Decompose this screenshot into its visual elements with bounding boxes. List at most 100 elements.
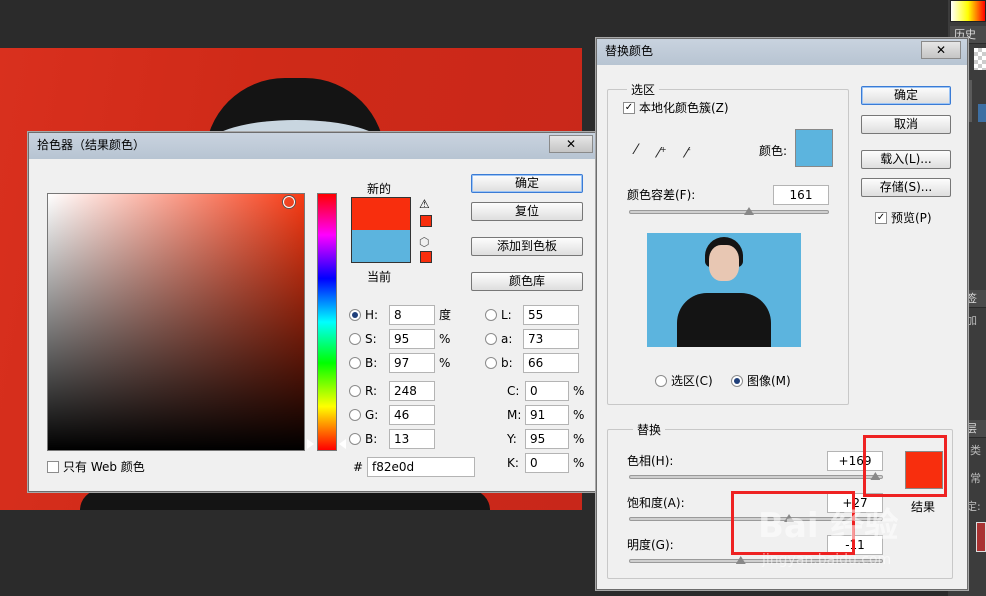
hex-label: # [353, 460, 364, 474]
new-color-label: 新的 [367, 182, 392, 196]
label-b: B: [365, 356, 378, 370]
localized-clusters-checkbox[interactable]: ✓ [623, 102, 635, 114]
layer-thumb[interactable] [976, 522, 986, 552]
input-h[interactable]: 8 [389, 305, 435, 325]
transparency-thumb [974, 48, 986, 70]
input-b[interactable]: 97 [389, 353, 435, 373]
color-preview [351, 197, 411, 263]
radio-a[interactable] [485, 333, 497, 345]
save-button[interactable]: 存储(S)... [861, 178, 951, 197]
preview-label: 预览(P) [891, 211, 932, 225]
input-k[interactable]: 0 [525, 453, 569, 473]
annotation-box-result [863, 435, 947, 497]
watermark-url: jingyan.baidu.com [762, 552, 892, 568]
label-lab-b: b: [501, 356, 513, 370]
close-icon: ✕ [565, 137, 577, 151]
close-icon: ✕ [935, 43, 947, 57]
load-button[interactable]: 载入(L)... [861, 150, 951, 169]
unit-h: 度 [439, 308, 452, 322]
current-color-swatch[interactable] [352, 230, 410, 262]
gamut-warning-swatch[interactable] [420, 215, 432, 227]
add-to-swatches-button[interactable]: 添加到色板 [471, 237, 583, 256]
hue-slider-arrow-right[interactable] [339, 439, 346, 449]
radio-lab-b[interactable] [485, 357, 497, 369]
reset-button[interactable]: 复位 [471, 202, 583, 221]
input-blue[interactable]: 13 [389, 429, 435, 449]
web-cube-icon[interactable]: ⬡ [419, 235, 429, 249]
hue-slider[interactable] [317, 193, 337, 451]
radio-h[interactable] [349, 309, 361, 321]
selected-color-swatch[interactable] [795, 129, 833, 167]
input-lab-b[interactable]: 66 [523, 353, 579, 373]
panel-label-kind: 类 [970, 444, 981, 457]
input-g[interactable]: 46 [389, 405, 435, 425]
input-l[interactable]: 55 [523, 305, 579, 325]
panel-label-add: 加 [966, 314, 977, 327]
replace-group-title: 替换 [633, 421, 666, 438]
hex-input[interactable]: f82e0d [367, 457, 475, 477]
preview-body [677, 293, 771, 347]
ok-button[interactable]: 确定 [861, 86, 951, 105]
radio-b[interactable] [349, 357, 361, 369]
hue-slider[interactable] [629, 475, 883, 479]
fuzziness-input[interactable]: 161 [773, 185, 829, 205]
gradient-swatch[interactable] [950, 0, 986, 22]
close-button[interactable]: ✕ [549, 135, 593, 153]
input-c[interactable]: 0 [525, 381, 569, 401]
color-picker-titlebar[interactable]: 拾色器（结果颜色） ✕ [29, 133, 599, 159]
photo-subject-shoulders [80, 490, 490, 510]
radio-blue[interactable] [349, 433, 361, 445]
localized-clusters-label: 本地化颜色簇(Z) [639, 101, 729, 115]
replace-color-titlebar[interactable]: 替换颜色 ✕ [597, 39, 967, 65]
preview-checkbox[interactable]: ✓ [875, 212, 887, 224]
label-m: M: [507, 408, 522, 422]
unit-b: % [439, 356, 451, 370]
label-g: G: [365, 408, 379, 422]
cancel-button[interactable]: 取消 [861, 115, 951, 134]
eyedropper-icon[interactable]: ⁄ [627, 141, 645, 159]
web-safe-swatch[interactable] [420, 251, 432, 263]
input-r[interactable]: 248 [389, 381, 435, 401]
eyedropper-minus-icon[interactable]: ⁄- [679, 141, 697, 162]
radio-l[interactable] [485, 309, 497, 321]
unit-s: % [439, 332, 451, 346]
fuzziness-slider[interactable] [629, 210, 829, 214]
color-field-marker[interactable] [283, 196, 295, 208]
lightness-label: 明度(G): [627, 538, 674, 552]
warning-icon[interactable]: ⚠ [419, 197, 430, 211]
color-libraries-button[interactable]: 颜色库 [471, 272, 583, 291]
label-a: a: [501, 332, 513, 346]
watermark-logo: Bai 经验 [758, 506, 899, 546]
input-y[interactable]: 95 [525, 429, 569, 449]
ok-button[interactable]: 确定 [471, 174, 583, 193]
unit-c: % [573, 384, 585, 398]
hue-label: 色相(H): [627, 454, 674, 468]
current-color-label: 当前 [367, 270, 392, 284]
fuzziness-label: 颜色容差(F): [627, 188, 696, 202]
label-c: C: [507, 384, 520, 398]
label-blue: B: [365, 432, 378, 446]
panel-label-normal: 常 [970, 472, 981, 485]
hue-slider-arrow-left[interactable] [307, 439, 314, 449]
eyedropper-plus-icon[interactable]: ⁄+ [653, 141, 671, 162]
radio-g[interactable] [349, 409, 361, 421]
radio-selection[interactable] [655, 375, 667, 387]
close-button[interactable]: ✕ [921, 41, 961, 59]
label-k: K: [507, 456, 519, 470]
radio-image[interactable] [731, 375, 743, 387]
input-a[interactable]: 73 [523, 329, 579, 349]
radio-s[interactable] [349, 333, 361, 345]
result-label: 结果 [911, 500, 936, 514]
history-selected[interactable] [978, 104, 986, 122]
radio-r[interactable] [349, 385, 361, 397]
input-m[interactable]: 91 [525, 405, 569, 425]
web-only-checkbox[interactable] [47, 461, 59, 473]
radio-image-label: 图像(M) [747, 374, 791, 388]
label-r: R: [365, 384, 378, 398]
input-s[interactable]: 95 [389, 329, 435, 349]
saturation-label: 饱和度(A): [627, 496, 685, 510]
color-field[interactable] [47, 193, 305, 451]
replace-color-title: 替换颜色 [605, 44, 654, 58]
label-s: S: [365, 332, 377, 346]
unit-m: % [573, 408, 585, 422]
